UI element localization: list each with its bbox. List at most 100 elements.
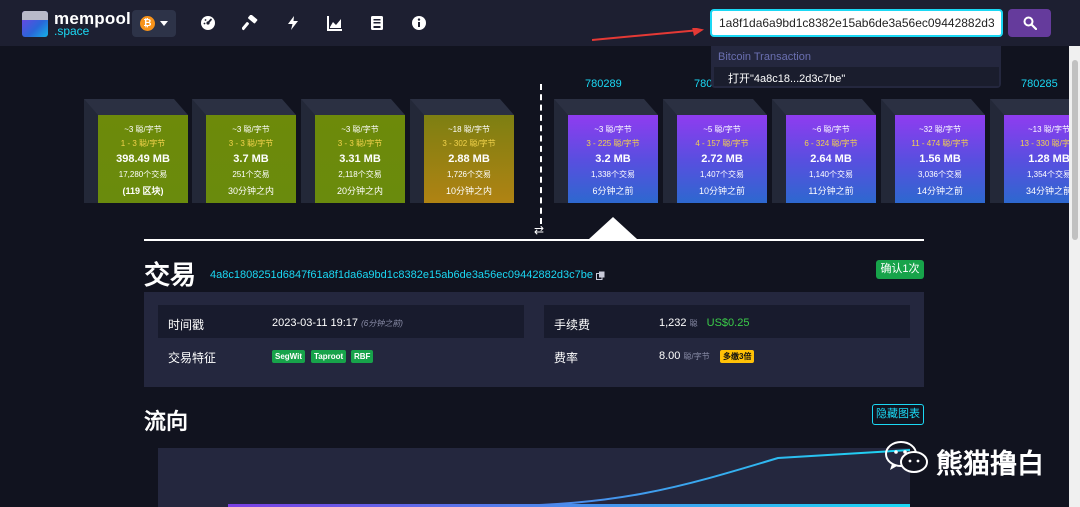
copy-icon[interactable] (596, 271, 605, 280)
block-fee: ~3 聪/字节 (594, 125, 632, 134)
block-fee: ~3 聪/字节 (124, 125, 162, 134)
watermark-text: 熊猫撸白 (936, 449, 1044, 479)
mempool-block[interactable]: ~3 聪/字节 3 - 3 聪/字节 3.31 MB 2,118个交易 20分钟… (301, 99, 405, 203)
block-fee: ~32 聪/字节 (918, 125, 961, 134)
fee-value: 1,232 聪 US$0.25 (659, 317, 749, 329)
block-fee-range: 13 - 330 聪/字节 (1020, 139, 1069, 148)
transaction-hash-link[interactable]: 4a8c1808251d6847f61a8f1da6a9bd1c8382e15a… (210, 269, 593, 281)
fee-rate-value: 8.00 聪/字节 (659, 350, 710, 362)
mined-block[interactable]: ~13 聪/字节 13 - 330 聪/字节 1.28 MB 1,354个交易 … (990, 99, 1069, 203)
mempool-logo-icon[interactable] (22, 11, 48, 37)
block-fee: ~6 聪/字节 (812, 125, 850, 134)
bitcoin-icon: ₿ (140, 16, 155, 31)
hammer-icon[interactable] (242, 15, 258, 31)
page-title: 交易 (144, 260, 197, 290)
block-fee-range: 3 - 3 聪/字节 (337, 139, 383, 148)
block-fee: ~5 聪/字节 (703, 125, 741, 134)
dashboard-icon[interactable] (200, 15, 216, 31)
block-age: 10分钟之前 (698, 186, 745, 196)
mined-block[interactable]: ~32 聪/字节 11 - 474 聪/字节 1.56 MB 3,036个交易 … (881, 99, 985, 203)
block-fee-range: 3 - 225 聪/字节 (586, 139, 640, 148)
block-fee-range: 11 - 474 聪/字节 (911, 139, 969, 148)
mempool-block[interactable]: ~3 聪/字节 1 - 3 聪/字节 398.49 MB 17,280个交易 (… (84, 99, 188, 203)
search-dropdown: Bitcoin Transaction 打开"4a8c18...2d3c7be" (711, 46, 1001, 88)
fee-rate-amount: 8.00 (659, 350, 681, 362)
block-fee: ~3 聪/字节 (232, 125, 270, 134)
brand-domain[interactable]: .space (54, 24, 89, 38)
block-fee: ~18 聪/字节 (447, 125, 490, 134)
block-eta: 20分钟之内 (336, 186, 383, 196)
block-height-label[interactable]: 780285 (1021, 78, 1058, 90)
mined-block[interactable]: ~3 聪/字节 3 - 225 聪/字节 3.2 MB 1,338个交易 6分钟… (554, 99, 658, 203)
block-eta: (119 区块) (122, 186, 164, 196)
block-eta: 10分钟之内 (445, 186, 492, 196)
block-tx-count: 1,354个交易 (1026, 170, 1069, 179)
block-height-label[interactable]: 780 (694, 78, 712, 90)
watermark: 熊猫撸白 (884, 440, 1054, 480)
block-tx-count: 1,407个交易 (699, 170, 745, 179)
block-age: 6分钟之前 (592, 186, 634, 196)
flow-diagram-graphic (228, 449, 911, 507)
block-size: 3.31 MB (339, 153, 381, 165)
block-size: 1.28 MB (1028, 153, 1069, 165)
block-height-label[interactable]: 780289 (585, 78, 622, 90)
flow-diagram (158, 448, 911, 507)
overpaid-badge: 多缴3倍 (720, 350, 755, 363)
network-selector-button[interactable]: ₿ (132, 10, 176, 37)
annotation-arrow-icon (592, 28, 704, 41)
block-size: 3.2 MB (595, 153, 631, 165)
mined-block[interactable]: ~5 聪/字节 4 - 157 聪/字节 2.72 MB 1,407个交易 10… (663, 99, 767, 203)
fee-rate-unit: 聪/字节 (683, 352, 710, 361)
block-fee-range: 6 - 324 聪/字节 (804, 139, 858, 148)
search-input[interactable] (710, 9, 1003, 37)
chart-icon[interactable] (327, 15, 343, 31)
feature-badge-rbf[interactable]: RBF (351, 350, 374, 363)
search-button[interactable] (1008, 9, 1051, 37)
block-tx-count: 2,118个交易 (338, 170, 382, 179)
lightning-icon[interactable] (285, 15, 301, 31)
wechat-icon (885, 441, 928, 473)
navbar: mempool .space ₿ (0, 0, 1080, 46)
feature-badge-taproot[interactable]: Taproot (311, 350, 347, 363)
search-icon (1023, 16, 1037, 30)
block-tx-count: 17,280个交易 (118, 170, 168, 179)
mempool-divider (540, 84, 542, 224)
fee-label: 手续费 (554, 318, 591, 332)
block-tx-count: 1,140个交易 (808, 170, 854, 179)
fee-amount: 1,232 (659, 317, 687, 329)
dropdown-open-tx-item[interactable]: 打开"4a8c18...2d3c7be" (714, 67, 999, 86)
block-size: 2.72 MB (701, 153, 743, 165)
dropdown-header: Bitcoin Transaction (718, 51, 811, 63)
block-size: 3.7 MB (233, 153, 269, 165)
timestamp-value: 2023-03-11 19:17 (6分钟之前) (272, 317, 403, 329)
mempool-block[interactable]: ~18 聪/字节 3 - 302 聪/字节 2.88 MB 1,726个交易 1… (410, 99, 514, 203)
flow-section-title: 流向 (144, 409, 189, 434)
block-eta: 30分钟之内 (227, 186, 274, 196)
block-fee-range: 4 - 157 聪/字节 (695, 139, 749, 148)
swap-direction-icon[interactable]: ⇄ (534, 223, 544, 237)
mempool-block[interactable]: ~3 聪/字节 3 - 3 聪/字节 3.7 MB 251个交易 30分钟之内 (192, 99, 296, 203)
block-tx-count: 251个交易 (232, 170, 270, 179)
hide-diagram-button[interactable]: 隐藏图表 (872, 404, 924, 425)
confirmations-badge: 确认1次 (876, 260, 924, 279)
block-fee: ~13 聪/字节 (1027, 125, 1069, 134)
block-age: 11分钟之前 (808, 186, 854, 196)
selected-block-indicator-icon (589, 217, 637, 239)
block-size: 2.88 MB (448, 153, 490, 165)
block-size: 1.56 MB (919, 153, 961, 165)
info-icon[interactable] (411, 15, 427, 31)
fee-rate-label: 费率 (554, 351, 579, 365)
block-fee-range: 3 - 3 聪/字节 (228, 139, 274, 148)
mined-block[interactable]: ~6 聪/字节 6 - 324 聪/字节 2.64 MB 1,140个交易 11… (772, 99, 876, 203)
fee-unit: 聪 (689, 319, 698, 328)
timestamp-datetime: 2023-03-11 19:17 (272, 317, 359, 329)
docs-icon[interactable] (369, 15, 385, 31)
divider (144, 239, 924, 241)
block-fee: ~3 聪/字节 (341, 125, 379, 134)
scrollbar-thumb[interactable] (1072, 60, 1078, 240)
block-tx-count: 1,338个交易 (590, 170, 636, 179)
block-fee-range: 1 - 3 聪/字节 (120, 139, 166, 148)
feature-badge-segwit[interactable]: SegWit (272, 350, 306, 363)
block-tx-count: 3,036个交易 (917, 170, 963, 179)
block-tx-count: 1,726个交易 (446, 170, 492, 179)
